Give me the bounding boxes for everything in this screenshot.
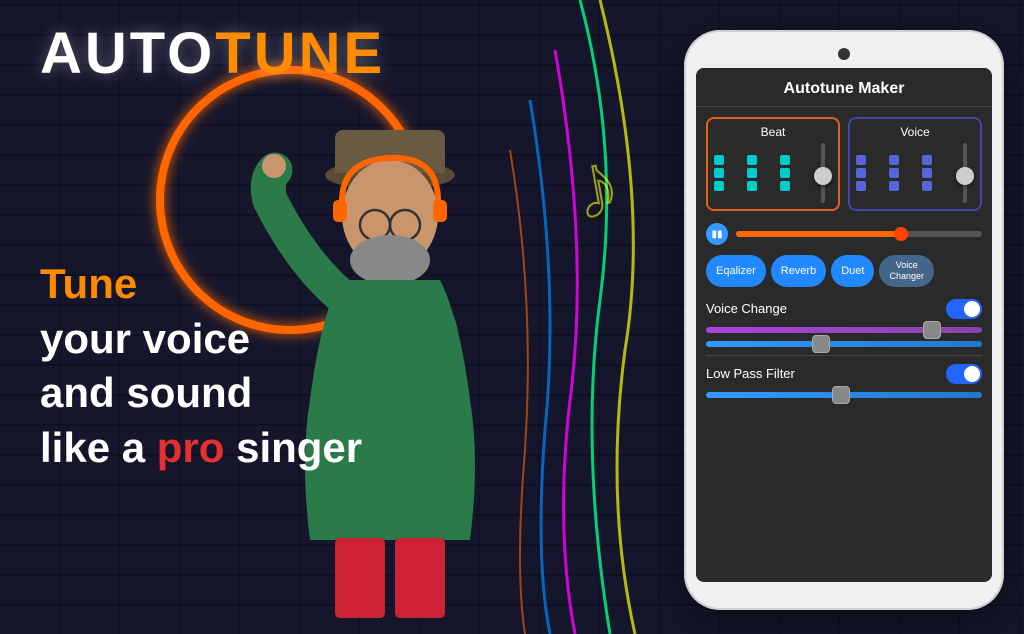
tagline-line4: like a pro singer <box>40 421 480 476</box>
phone-screen: Autotune Maker Beat <box>696 68 992 582</box>
grid-cell <box>856 155 866 165</box>
tagline-line3: and sound <box>40 366 480 421</box>
tagline: Tune your voice and sound like a pro sin… <box>40 257 480 475</box>
grid-cell <box>714 155 724 165</box>
grid-cell <box>856 168 866 178</box>
phone-camera <box>838 48 850 60</box>
low-pass-label: Low Pass Filter <box>706 366 795 381</box>
voice-change-section: Voice Change <box>706 299 982 319</box>
low-pass-slider <box>706 392 982 398</box>
voice-card[interactable]: Voice <box>848 117 982 211</box>
pause-icon: ▮▮ <box>711 229 722 240</box>
grid-cell <box>714 168 724 178</box>
voice-change-toggle[interactable] <box>946 299 982 319</box>
grid-cell <box>780 181 790 191</box>
voice-slider-1 <box>706 327 982 333</box>
low-pass-thumb[interactable] <box>832 386 850 404</box>
voice-grid <box>856 155 952 191</box>
title-auto: AUTO <box>40 21 215 86</box>
grid-cell <box>889 155 899 165</box>
beat-card-content <box>714 143 832 203</box>
voice-track <box>963 143 967 203</box>
voice-thumb-2[interactable] <box>812 335 830 353</box>
grid-cell <box>922 155 932 165</box>
grid-cell <box>747 155 757 165</box>
voice-slider[interactable] <box>956 143 974 203</box>
app-body: Beat <box>696 107 992 576</box>
tagline-singer: singer <box>224 424 362 471</box>
grid-cell <box>856 181 866 191</box>
low-pass-toggle[interactable] <box>946 364 982 384</box>
beat-track <box>821 143 825 203</box>
phone-mockup: Autotune Maker Beat <box>684 30 1004 610</box>
voice-thumb-1[interactable] <box>923 321 941 339</box>
grid-cell <box>714 181 724 191</box>
title-tune: TUNE <box>215 21 385 86</box>
beat-card[interactable]: Beat <box>706 117 840 211</box>
autotune-title: AUTOTUNE <box>40 20 480 87</box>
beat-thumb <box>814 167 832 185</box>
voice-track-2[interactable] <box>706 341 982 347</box>
tagline-tune: Tune <box>40 260 137 307</box>
beat-slider[interactable] <box>814 143 832 203</box>
low-pass-section: Low Pass Filter <box>706 364 982 384</box>
grid-cell <box>889 168 899 178</box>
toggle-thumb <box>964 301 980 317</box>
progress-bar[interactable] <box>736 231 982 237</box>
filter-buttons: Eqalizer Reverb Duet VoiceChanger <box>706 255 982 287</box>
voice-thumb <box>956 167 974 185</box>
grid-cell <box>747 168 757 178</box>
playback-row: ▮▮ <box>706 223 982 245</box>
tagline-pro: pro <box>157 424 225 471</box>
grid-cell <box>922 168 932 178</box>
app-title: Autotune Maker <box>784 80 905 97</box>
pause-button[interactable]: ▮▮ <box>706 223 728 245</box>
voice-change-label: Voice Change <box>706 301 787 316</box>
low-pass-track[interactable] <box>706 392 982 398</box>
voice-slider-2 <box>706 341 982 347</box>
app-header: Autotune Maker <box>696 68 992 107</box>
tagline-line2: your voice <box>40 312 480 367</box>
beat-label: Beat <box>714 125 832 139</box>
grid-cell <box>889 181 899 191</box>
progress-fill <box>736 231 908 237</box>
voice-track-1[interactable] <box>706 327 982 333</box>
toggle-thumb-2 <box>964 366 980 382</box>
grid-cell <box>780 168 790 178</box>
grid-cell <box>922 181 932 191</box>
progress-thumb <box>894 227 908 241</box>
grid-cell <box>780 155 790 165</box>
voice-label: Voice <box>856 125 974 139</box>
phone-body: Autotune Maker Beat <box>684 30 1004 610</box>
cards-row: Beat <box>706 117 982 211</box>
voice-changer-button[interactable]: VoiceChanger <box>879 255 934 287</box>
tagline-like: like a <box>40 424 157 471</box>
reverb-button[interactable]: Reverb <box>771 255 826 287</box>
duet-button[interactable]: Duet <box>831 255 874 287</box>
grid-cell <box>747 181 757 191</box>
divider <box>706 355 982 356</box>
beat-grid <box>714 155 810 191</box>
left-content: AUTOTUNE Tune your voice and sound like … <box>40 0 480 634</box>
voice-card-content <box>856 143 974 203</box>
equalizer-button[interactable]: Eqalizer <box>706 255 766 287</box>
